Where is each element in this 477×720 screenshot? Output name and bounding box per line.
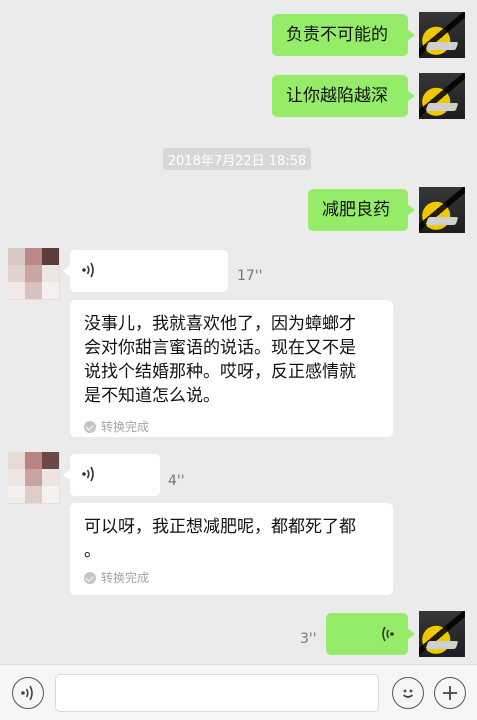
voice-duration: 4''	[168, 473, 185, 489]
transcript-text: 可以呀，我正想减肥呢，都都死了都 。	[84, 517, 356, 561]
sent-voice-bubble[interactable]	[326, 613, 415, 655]
voice-wave-icon	[82, 465, 96, 487]
voice-transcript[interactable]: 没事儿，我就喜欢他了，因为蟑螂才 会对你甜言蜜语的说话。现在又不是 说找个结婚那…	[70, 300, 393, 437]
sent-message-bubble[interactable]: 减肥良药	[308, 189, 415, 231]
check-icon	[84, 571, 96, 584]
chat-timestamp: 2018年7月22日 18:58	[163, 148, 311, 170]
chat-input-bar	[0, 664, 477, 720]
voice-input-icon[interactable]	[12, 677, 44, 709]
sent-message-bubble[interactable]: 负责不可能的	[272, 14, 415, 56]
voice-wave-icon	[380, 625, 394, 643]
my-avatar[interactable]	[419, 611, 465, 657]
contact-avatar[interactable]	[8, 452, 60, 504]
transcript-status-label: 转换完成	[101, 571, 150, 585]
contact-avatar[interactable]	[8, 248, 60, 300]
message-text: 负责不可能的	[286, 25, 388, 45]
emoji-icon[interactable]	[392, 677, 424, 709]
transcript-status: 转换完成	[84, 569, 379, 586]
voice-transcript[interactable]: 可以呀，我正想减肥呢，都都死了都 。 转换完成	[70, 503, 393, 595]
voice-wave-icon	[82, 261, 96, 283]
my-avatar[interactable]	[419, 187, 465, 233]
message-text: 减肥良药	[322, 200, 390, 220]
sent-message-bubble[interactable]: 让你越陷越深	[272, 75, 415, 117]
received-voice-bubble[interactable]	[63, 250, 228, 292]
my-avatar[interactable]	[419, 73, 465, 119]
voice-duration: 3''	[300, 631, 317, 647]
message-text: 让你越陷越深	[286, 86, 388, 106]
voice-duration: 17''	[237, 268, 263, 284]
received-voice-bubble[interactable]	[63, 454, 160, 496]
plus-icon[interactable]	[434, 677, 466, 709]
check-icon	[84, 420, 96, 433]
my-avatar[interactable]	[419, 12, 465, 58]
transcript-status: 转换完成	[84, 418, 379, 435]
message-input[interactable]	[55, 674, 379, 712]
transcript-status-label: 转换完成	[101, 420, 150, 434]
transcript-text: 没事儿，我就喜欢他了，因为蟑螂才 会对你甜言蜜语的说话。现在又不是 说找个结婚那…	[84, 314, 356, 406]
